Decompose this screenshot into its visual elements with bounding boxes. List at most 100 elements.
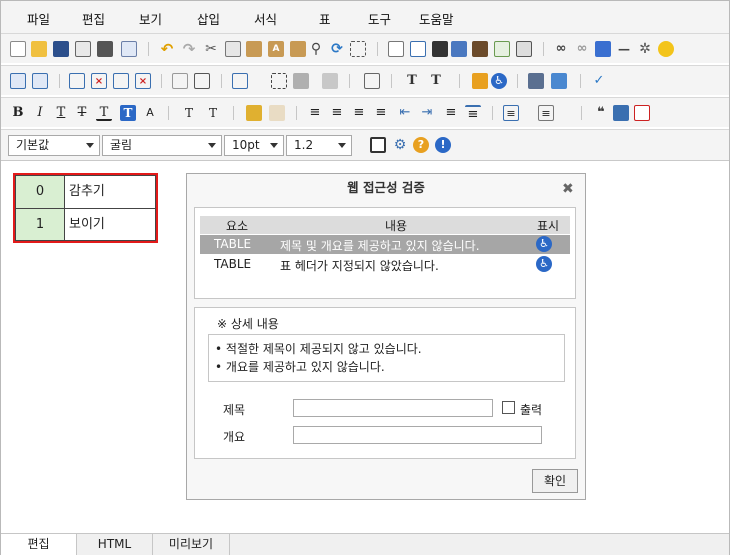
open-folder-icon[interactable] xyxy=(31,41,47,57)
background-icon[interactable] xyxy=(451,41,467,57)
tab-edit[interactable]: 편집 xyxy=(1,534,77,555)
menu-format[interactable]: 서식 xyxy=(254,9,277,28)
superscript-icon[interactable]: T xyxy=(205,105,221,121)
style-select[interactable]: 기본값 xyxy=(8,135,100,156)
underline-icon[interactable]: T xyxy=(53,105,69,121)
image-icon[interactable] xyxy=(388,41,404,57)
delete-column-icon[interactable]: × xyxy=(135,73,151,89)
align-left-icon[interactable]: ≡ xyxy=(307,105,323,121)
line-spacing-icon[interactable]: ≡ xyxy=(443,105,459,121)
print-icon[interactable] xyxy=(97,41,113,57)
merge-cells-icon[interactable] xyxy=(172,73,188,89)
help-icon[interactable]: ? xyxy=(413,137,429,153)
cut-icon[interactable]: ✂ xyxy=(203,41,219,57)
new-document-icon[interactable] xyxy=(10,41,26,57)
layer-icon[interactable] xyxy=(293,73,309,89)
menu-view[interactable]: 보기 xyxy=(139,9,162,28)
special-char-icon[interactable]: ✲ xyxy=(637,41,653,57)
edit-image-icon[interactable] xyxy=(410,41,426,57)
camera-icon[interactable] xyxy=(432,41,448,57)
result-row[interactable]: TABLE 제목 및 개요를 제공하고 있지 않습니다. ♿ xyxy=(200,235,570,254)
clear-format-icon[interactable]: A xyxy=(142,105,158,121)
summary-input[interactable] xyxy=(293,426,542,444)
bullet-list-icon[interactable]: ≡ xyxy=(538,105,554,121)
redo-icon[interactable]: ↷ xyxy=(181,41,197,57)
insert-row-icon[interactable] xyxy=(69,73,85,89)
menu-edit[interactable]: 편집 xyxy=(82,9,105,28)
cell-properties-icon[interactable] xyxy=(232,73,248,89)
div-box-icon[interactable] xyxy=(364,73,380,89)
select-all-icon[interactable] xyxy=(350,41,366,57)
undo-icon[interactable]: ↶ xyxy=(159,41,175,57)
paste-text-icon[interactable]: A xyxy=(268,41,284,57)
text-frame-icon[interactable]: T xyxy=(428,73,444,89)
tab-html[interactable]: HTML xyxy=(77,534,153,555)
paragraph-spacing-icon[interactable]: ≡ xyxy=(465,105,481,121)
form-icon[interactable] xyxy=(516,41,532,57)
accessibility-icon[interactable]: ♿ xyxy=(536,256,552,272)
calendar-icon[interactable] xyxy=(634,105,650,121)
document-table[interactable]: 0 감추기 1 보이기 xyxy=(13,173,158,243)
info-icon[interactable]: ! xyxy=(435,137,451,153)
menu-insert[interactable]: 삽입 xyxy=(197,9,220,28)
blockquote-icon[interactable]: ❝ xyxy=(593,105,609,121)
chart-icon[interactable] xyxy=(494,41,510,57)
insert-column-icon[interactable] xyxy=(113,73,129,89)
line-height-select[interactable]: 1.2 xyxy=(286,135,352,156)
save-icon[interactable] xyxy=(53,41,69,57)
font-size-select[interactable]: 10pt xyxy=(224,135,284,156)
spell-check-icon[interactable]: ✓ xyxy=(591,73,607,89)
italic-icon[interactable]: I xyxy=(32,105,48,121)
numbered-list-icon[interactable]: ≡ xyxy=(503,105,519,121)
delete-row-icon[interactable]: × xyxy=(91,73,107,89)
menu-tools[interactable]: 도구 xyxy=(368,9,391,28)
layer-back-icon[interactable] xyxy=(322,73,338,89)
page-setup-icon[interactable] xyxy=(121,41,137,57)
menu-help[interactable]: 도움말 xyxy=(419,9,454,28)
link-icon[interactable]: ∞ xyxy=(553,41,569,57)
format-painter-icon[interactable] xyxy=(246,105,262,121)
replace-icon[interactable]: ⟳ xyxy=(329,41,345,57)
horizontal-line-icon[interactable]: — xyxy=(616,41,632,57)
bookmark-icon[interactable] xyxy=(595,41,611,57)
insert-table-icon[interactable] xyxy=(10,73,26,89)
eraser-icon[interactable] xyxy=(269,105,285,121)
highlight-icon[interactable]: T xyxy=(120,105,136,121)
align-right-icon[interactable]: ≡ xyxy=(351,105,367,121)
paste-format-icon[interactable] xyxy=(290,41,306,57)
accessibility-icon[interactable]: ♿ xyxy=(491,73,507,89)
lock-icon[interactable] xyxy=(472,73,488,89)
fullscreen-icon[interactable] xyxy=(370,137,386,153)
paste-icon[interactable] xyxy=(246,41,262,57)
print-checkbox[interactable] xyxy=(502,401,515,414)
font-select[interactable]: 굴림 xyxy=(102,135,222,156)
table-cell[interactable]: 보이기 xyxy=(64,208,156,241)
table-properties-icon[interactable] xyxy=(32,73,48,89)
dictionary-icon[interactable] xyxy=(551,73,567,89)
save-as-icon[interactable] xyxy=(75,41,91,57)
ok-button[interactable]: 확인 xyxy=(532,469,578,493)
align-justify-icon[interactable]: ≡ xyxy=(373,105,389,121)
indent-icon[interactable]: ⇥ xyxy=(419,105,435,121)
close-icon[interactable]: ✖ xyxy=(562,181,574,197)
result-row[interactable]: TABLE 표 헤더가 지정되지 않았습니다. ♿ xyxy=(200,255,570,274)
text-box-icon[interactable]: T xyxy=(404,73,420,89)
bold-icon[interactable]: B xyxy=(10,105,26,121)
accessibility-icon[interactable]: ♿ xyxy=(536,236,552,252)
unlink-icon[interactable]: ∞ xyxy=(574,41,590,57)
strikethrough-icon[interactable]: T xyxy=(74,105,90,121)
cell-select-icon[interactable] xyxy=(271,73,287,89)
title-input[interactable] xyxy=(293,399,493,417)
emoticon-icon[interactable] xyxy=(658,41,674,57)
translate-icon[interactable] xyxy=(528,73,544,89)
find-icon[interactable]: ⚲ xyxy=(308,41,324,57)
align-center-icon[interactable]: ≡ xyxy=(329,105,345,121)
outdent-icon[interactable]: ⇤ xyxy=(397,105,413,121)
tab-preview[interactable]: 미리보기 xyxy=(153,534,230,555)
media-icon[interactable] xyxy=(472,41,488,57)
editing-area[interactable]: 0 감추기 1 보이기 웹 접근성 검증 ✖ 요소 내용 표시 TABLE 제목… xyxy=(1,161,729,533)
table-cell[interactable]: 감추기 xyxy=(64,175,156,209)
template-icon[interactable] xyxy=(613,105,629,121)
table-cell[interactable]: 1 xyxy=(15,208,65,241)
table-cell[interactable]: 0 xyxy=(15,175,65,209)
